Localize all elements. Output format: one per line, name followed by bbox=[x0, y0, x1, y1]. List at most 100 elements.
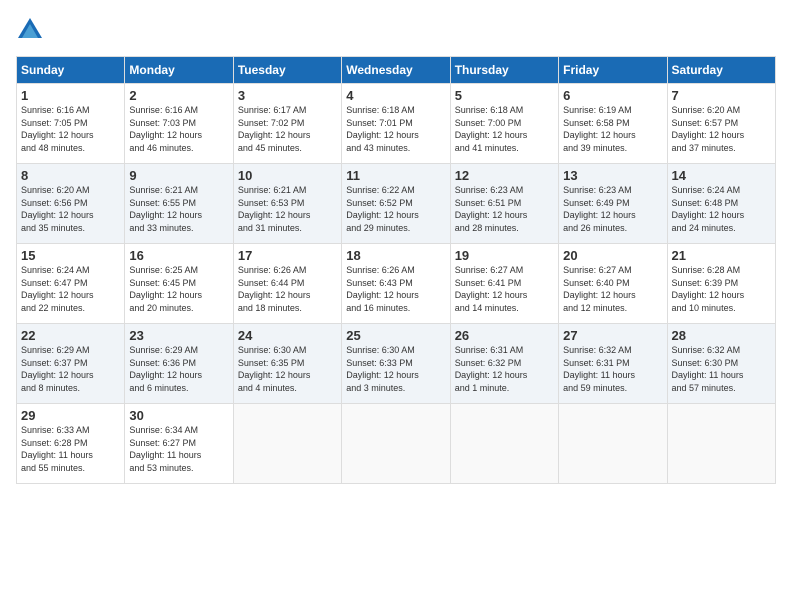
day-number: 27 bbox=[563, 328, 662, 343]
day-cell: 19Sunrise: 6:27 AM Sunset: 6:41 PM Dayli… bbox=[450, 244, 558, 324]
calendar-week-row: 8Sunrise: 6:20 AM Sunset: 6:56 PM Daylig… bbox=[17, 164, 776, 244]
day-number: 14 bbox=[672, 168, 771, 183]
day-of-week-header: Monday bbox=[125, 57, 233, 84]
day-cell: 16Sunrise: 6:25 AM Sunset: 6:45 PM Dayli… bbox=[125, 244, 233, 324]
day-cell: 4Sunrise: 6:18 AM Sunset: 7:01 PM Daylig… bbox=[342, 84, 450, 164]
day-info: Sunrise: 6:18 AM Sunset: 7:01 PM Dayligh… bbox=[346, 104, 445, 154]
day-number: 18 bbox=[346, 248, 445, 263]
day-info: Sunrise: 6:24 AM Sunset: 6:47 PM Dayligh… bbox=[21, 264, 120, 314]
day-of-week-header: Wednesday bbox=[342, 57, 450, 84]
day-info: Sunrise: 6:17 AM Sunset: 7:02 PM Dayligh… bbox=[238, 104, 337, 154]
day-number: 17 bbox=[238, 248, 337, 263]
day-info: Sunrise: 6:26 AM Sunset: 6:43 PM Dayligh… bbox=[346, 264, 445, 314]
empty-day-cell bbox=[667, 404, 775, 484]
day-number: 11 bbox=[346, 168, 445, 183]
day-number: 12 bbox=[455, 168, 554, 183]
day-number: 30 bbox=[129, 408, 228, 423]
day-number: 28 bbox=[672, 328, 771, 343]
day-number: 5 bbox=[455, 88, 554, 103]
day-info: Sunrise: 6:31 AM Sunset: 6:32 PM Dayligh… bbox=[455, 344, 554, 394]
day-cell: 13Sunrise: 6:23 AM Sunset: 6:49 PM Dayli… bbox=[559, 164, 667, 244]
day-number: 8 bbox=[21, 168, 120, 183]
day-cell: 21Sunrise: 6:28 AM Sunset: 6:39 PM Dayli… bbox=[667, 244, 775, 324]
day-cell: 22Sunrise: 6:29 AM Sunset: 6:37 PM Dayli… bbox=[17, 324, 125, 404]
day-info: Sunrise: 6:32 AM Sunset: 6:31 PM Dayligh… bbox=[563, 344, 662, 394]
day-number: 22 bbox=[21, 328, 120, 343]
day-number: 23 bbox=[129, 328, 228, 343]
day-cell: 23Sunrise: 6:29 AM Sunset: 6:36 PM Dayli… bbox=[125, 324, 233, 404]
calendar-week-row: 22Sunrise: 6:29 AM Sunset: 6:37 PM Dayli… bbox=[17, 324, 776, 404]
day-number: 2 bbox=[129, 88, 228, 103]
day-number: 20 bbox=[563, 248, 662, 263]
day-of-week-header: Saturday bbox=[667, 57, 775, 84]
calendar-table: SundayMondayTuesdayWednesdayThursdayFrid… bbox=[16, 56, 776, 484]
day-number: 16 bbox=[129, 248, 228, 263]
day-cell: 5Sunrise: 6:18 AM Sunset: 7:00 PM Daylig… bbox=[450, 84, 558, 164]
day-cell: 8Sunrise: 6:20 AM Sunset: 6:56 PM Daylig… bbox=[17, 164, 125, 244]
day-number: 7 bbox=[672, 88, 771, 103]
day-cell: 14Sunrise: 6:24 AM Sunset: 6:48 PM Dayli… bbox=[667, 164, 775, 244]
empty-day-cell bbox=[450, 404, 558, 484]
day-cell: 2Sunrise: 6:16 AM Sunset: 7:03 PM Daylig… bbox=[125, 84, 233, 164]
day-number: 24 bbox=[238, 328, 337, 343]
day-info: Sunrise: 6:16 AM Sunset: 7:03 PM Dayligh… bbox=[129, 104, 228, 154]
day-cell: 1Sunrise: 6:16 AM Sunset: 7:05 PM Daylig… bbox=[17, 84, 125, 164]
day-info: Sunrise: 6:18 AM Sunset: 7:00 PM Dayligh… bbox=[455, 104, 554, 154]
day-cell: 28Sunrise: 6:32 AM Sunset: 6:30 PM Dayli… bbox=[667, 324, 775, 404]
day-cell: 9Sunrise: 6:21 AM Sunset: 6:55 PM Daylig… bbox=[125, 164, 233, 244]
day-number: 3 bbox=[238, 88, 337, 103]
day-cell: 12Sunrise: 6:23 AM Sunset: 6:51 PM Dayli… bbox=[450, 164, 558, 244]
header bbox=[16, 16, 776, 44]
day-info: Sunrise: 6:33 AM Sunset: 6:28 PM Dayligh… bbox=[21, 424, 120, 474]
empty-day-cell bbox=[233, 404, 341, 484]
day-info: Sunrise: 6:34 AM Sunset: 6:27 PM Dayligh… bbox=[129, 424, 228, 474]
day-info: Sunrise: 6:20 AM Sunset: 6:57 PM Dayligh… bbox=[672, 104, 771, 154]
day-number: 13 bbox=[563, 168, 662, 183]
day-info: Sunrise: 6:22 AM Sunset: 6:52 PM Dayligh… bbox=[346, 184, 445, 234]
day-number: 1 bbox=[21, 88, 120, 103]
day-cell: 20Sunrise: 6:27 AM Sunset: 6:40 PM Dayli… bbox=[559, 244, 667, 324]
day-cell: 7Sunrise: 6:20 AM Sunset: 6:57 PM Daylig… bbox=[667, 84, 775, 164]
day-info: Sunrise: 6:30 AM Sunset: 6:35 PM Dayligh… bbox=[238, 344, 337, 394]
day-info: Sunrise: 6:27 AM Sunset: 6:41 PM Dayligh… bbox=[455, 264, 554, 314]
day-info: Sunrise: 6:20 AM Sunset: 6:56 PM Dayligh… bbox=[21, 184, 120, 234]
day-info: Sunrise: 6:32 AM Sunset: 6:30 PM Dayligh… bbox=[672, 344, 771, 394]
day-cell: 27Sunrise: 6:32 AM Sunset: 6:31 PM Dayli… bbox=[559, 324, 667, 404]
day-cell: 17Sunrise: 6:26 AM Sunset: 6:44 PM Dayli… bbox=[233, 244, 341, 324]
day-cell: 25Sunrise: 6:30 AM Sunset: 6:33 PM Dayli… bbox=[342, 324, 450, 404]
calendar-week-row: 1Sunrise: 6:16 AM Sunset: 7:05 PM Daylig… bbox=[17, 84, 776, 164]
day-cell: 15Sunrise: 6:24 AM Sunset: 6:47 PM Dayli… bbox=[17, 244, 125, 324]
empty-day-cell bbox=[559, 404, 667, 484]
empty-day-cell bbox=[342, 404, 450, 484]
day-of-week-header: Sunday bbox=[17, 57, 125, 84]
page-container: SundayMondayTuesdayWednesdayThursdayFrid… bbox=[0, 0, 792, 492]
day-info: Sunrise: 6:23 AM Sunset: 6:51 PM Dayligh… bbox=[455, 184, 554, 234]
day-number: 9 bbox=[129, 168, 228, 183]
day-number: 21 bbox=[672, 248, 771, 263]
day-of-week-header: Tuesday bbox=[233, 57, 341, 84]
day-info: Sunrise: 6:16 AM Sunset: 7:05 PM Dayligh… bbox=[21, 104, 120, 154]
day-number: 10 bbox=[238, 168, 337, 183]
calendar-week-row: 15Sunrise: 6:24 AM Sunset: 6:47 PM Dayli… bbox=[17, 244, 776, 324]
day-info: Sunrise: 6:21 AM Sunset: 6:53 PM Dayligh… bbox=[238, 184, 337, 234]
logo-icon bbox=[16, 16, 44, 44]
day-cell: 3Sunrise: 6:17 AM Sunset: 7:02 PM Daylig… bbox=[233, 84, 341, 164]
day-number: 15 bbox=[21, 248, 120, 263]
day-cell: 29Sunrise: 6:33 AM Sunset: 6:28 PM Dayli… bbox=[17, 404, 125, 484]
day-info: Sunrise: 6:25 AM Sunset: 6:45 PM Dayligh… bbox=[129, 264, 228, 314]
day-number: 25 bbox=[346, 328, 445, 343]
day-info: Sunrise: 6:30 AM Sunset: 6:33 PM Dayligh… bbox=[346, 344, 445, 394]
day-info: Sunrise: 6:28 AM Sunset: 6:39 PM Dayligh… bbox=[672, 264, 771, 314]
logo bbox=[16, 16, 48, 44]
day-info: Sunrise: 6:27 AM Sunset: 6:40 PM Dayligh… bbox=[563, 264, 662, 314]
day-cell: 6Sunrise: 6:19 AM Sunset: 6:58 PM Daylig… bbox=[559, 84, 667, 164]
calendar-header-row: SundayMondayTuesdayWednesdayThursdayFrid… bbox=[17, 57, 776, 84]
calendar-body: 1Sunrise: 6:16 AM Sunset: 7:05 PM Daylig… bbox=[17, 84, 776, 484]
day-cell: 26Sunrise: 6:31 AM Sunset: 6:32 PM Dayli… bbox=[450, 324, 558, 404]
day-number: 29 bbox=[21, 408, 120, 423]
day-cell: 18Sunrise: 6:26 AM Sunset: 6:43 PM Dayli… bbox=[342, 244, 450, 324]
day-number: 4 bbox=[346, 88, 445, 103]
day-cell: 10Sunrise: 6:21 AM Sunset: 6:53 PM Dayli… bbox=[233, 164, 341, 244]
day-of-week-header: Thursday bbox=[450, 57, 558, 84]
day-info: Sunrise: 6:19 AM Sunset: 6:58 PM Dayligh… bbox=[563, 104, 662, 154]
